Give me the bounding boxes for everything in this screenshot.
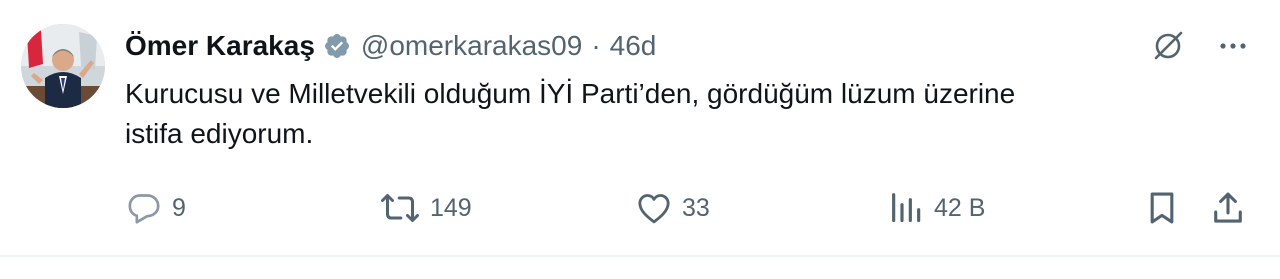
tweet: Ömer Karakaş @omerkarakas09 · 46d Kurucu [0,0,1280,279]
avatar-image [21,24,105,108]
author-handle[interactable]: @omerkarakas09 [361,30,582,62]
bookmark-button[interactable] [1144,186,1180,230]
retweet-icon [378,188,422,228]
views-icon [888,188,926,228]
views-count: 42 B [934,193,986,222]
tweet-text: Kurucusu ve Milletvekili olduğum İYİ Par… [125,78,1016,149]
author-name[interactable]: Ömer Karakaş [125,30,315,62]
tweet-header: Ömer Karakaş @omerkarakas09 · 46d [125,26,656,66]
top-actions [1150,28,1250,64]
separator-dot: · [591,30,601,61]
share-button[interactable] [1210,186,1246,230]
like-count: 33 [682,193,710,222]
divider [0,255,1280,257]
more-icon[interactable] [1216,29,1250,63]
like-button[interactable]: 33 [634,186,710,230]
reply-count: 9 [172,193,186,222]
tweet-time[interactable]: 46d [610,30,657,62]
share-icon [1210,188,1246,228]
reply-button[interactable]: 9 [124,186,186,230]
tweet-actions: 9 149 33 42 B [124,186,1256,230]
retweet-button[interactable]: 149 [378,186,472,230]
verified-badge-icon [323,32,351,60]
grok-icon[interactable] [1150,28,1186,64]
avatar[interactable] [21,24,105,108]
retweet-count: 149 [430,193,472,222]
reply-icon [124,188,164,228]
bookmark-icon [1144,188,1180,228]
heart-icon [634,188,674,228]
views-button[interactable]: 42 B [888,186,985,230]
